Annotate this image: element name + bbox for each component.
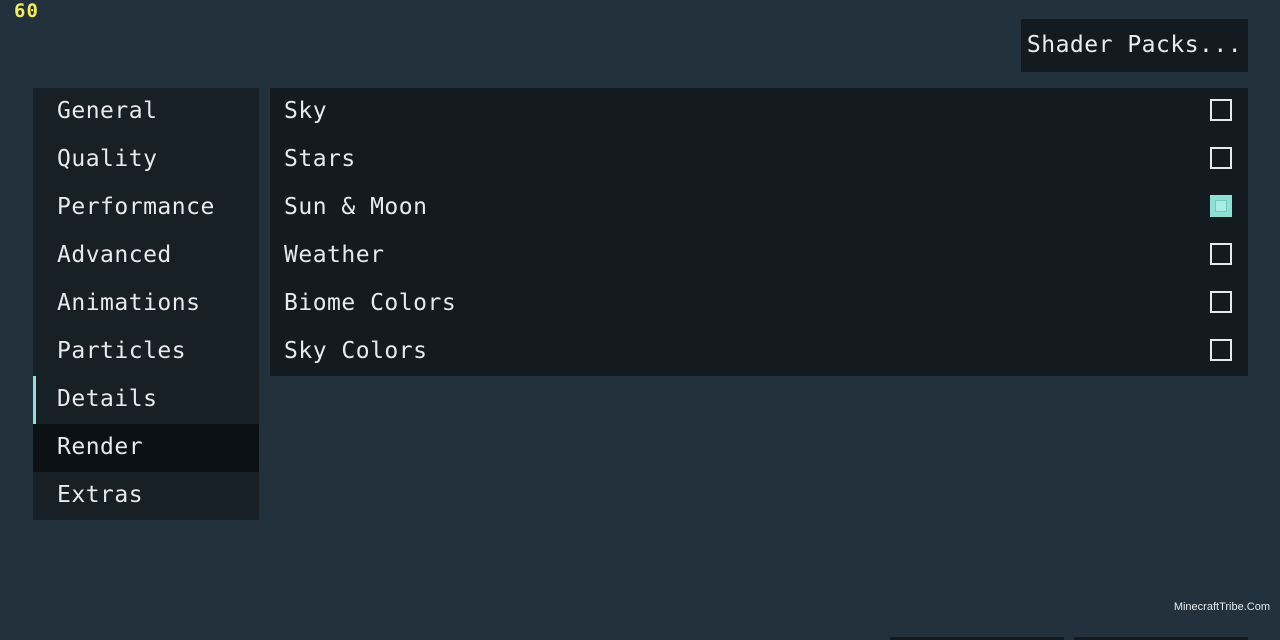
weather-checkbox[interactable]: [1210, 243, 1232, 265]
option-label-stars: Stars: [284, 146, 356, 172]
option-label-biome-colors: Biome Colors: [284, 290, 457, 316]
option-row-biome-colors[interactable]: Biome Colors: [270, 280, 1248, 328]
option-row-sky-colors[interactable]: Sky Colors: [270, 328, 1248, 376]
fps-counter: 60: [14, 0, 39, 22]
option-row-stars[interactable]: Stars: [270, 136, 1248, 184]
option-label-weather: Weather: [284, 242, 385, 268]
sidebar-item-extras[interactable]: Extras: [33, 472, 259, 520]
sidebar-item-animations[interactable]: Animations: [33, 280, 259, 328]
stars-checkbox[interactable]: [1210, 147, 1232, 169]
option-row-sun-moon[interactable]: Sun & Moon: [270, 184, 1248, 232]
shader-packs-button[interactable]: Shader Packs...: [1021, 19, 1248, 72]
sidebar-item-details[interactable]: Details: [33, 376, 259, 424]
option-row-weather[interactable]: Weather: [270, 232, 1248, 280]
option-label-sun-moon: Sun & Moon: [284, 194, 428, 220]
sidebar-item-advanced[interactable]: Advanced: [33, 232, 259, 280]
category-sidebar: General Quality Performance Advanced Ani…: [33, 88, 259, 520]
option-label-sky-colors: Sky Colors: [284, 338, 428, 364]
render-options-panel: Sky Stars Sun & Moon Weather Biome Color…: [270, 88, 1248, 376]
option-row-sky[interactable]: Sky: [270, 88, 1248, 136]
biome-colors-checkbox[interactable]: [1210, 291, 1232, 313]
sidebar-item-general[interactable]: General: [33, 88, 259, 136]
sky-colors-checkbox[interactable]: [1210, 339, 1232, 361]
sun-moon-checkbox[interactable]: [1210, 195, 1232, 217]
sidebar-item-render[interactable]: Render: [33, 424, 259, 472]
sky-checkbox[interactable]: [1210, 99, 1232, 121]
sidebar-item-quality[interactable]: Quality: [33, 136, 259, 184]
sidebar-item-particles[interactable]: Particles: [33, 328, 259, 376]
option-label-sky: Sky: [284, 98, 328, 124]
watermark: MinecraftTribe.Com: [1173, 601, 1270, 613]
sidebar-item-performance[interactable]: Performance: [33, 184, 259, 232]
